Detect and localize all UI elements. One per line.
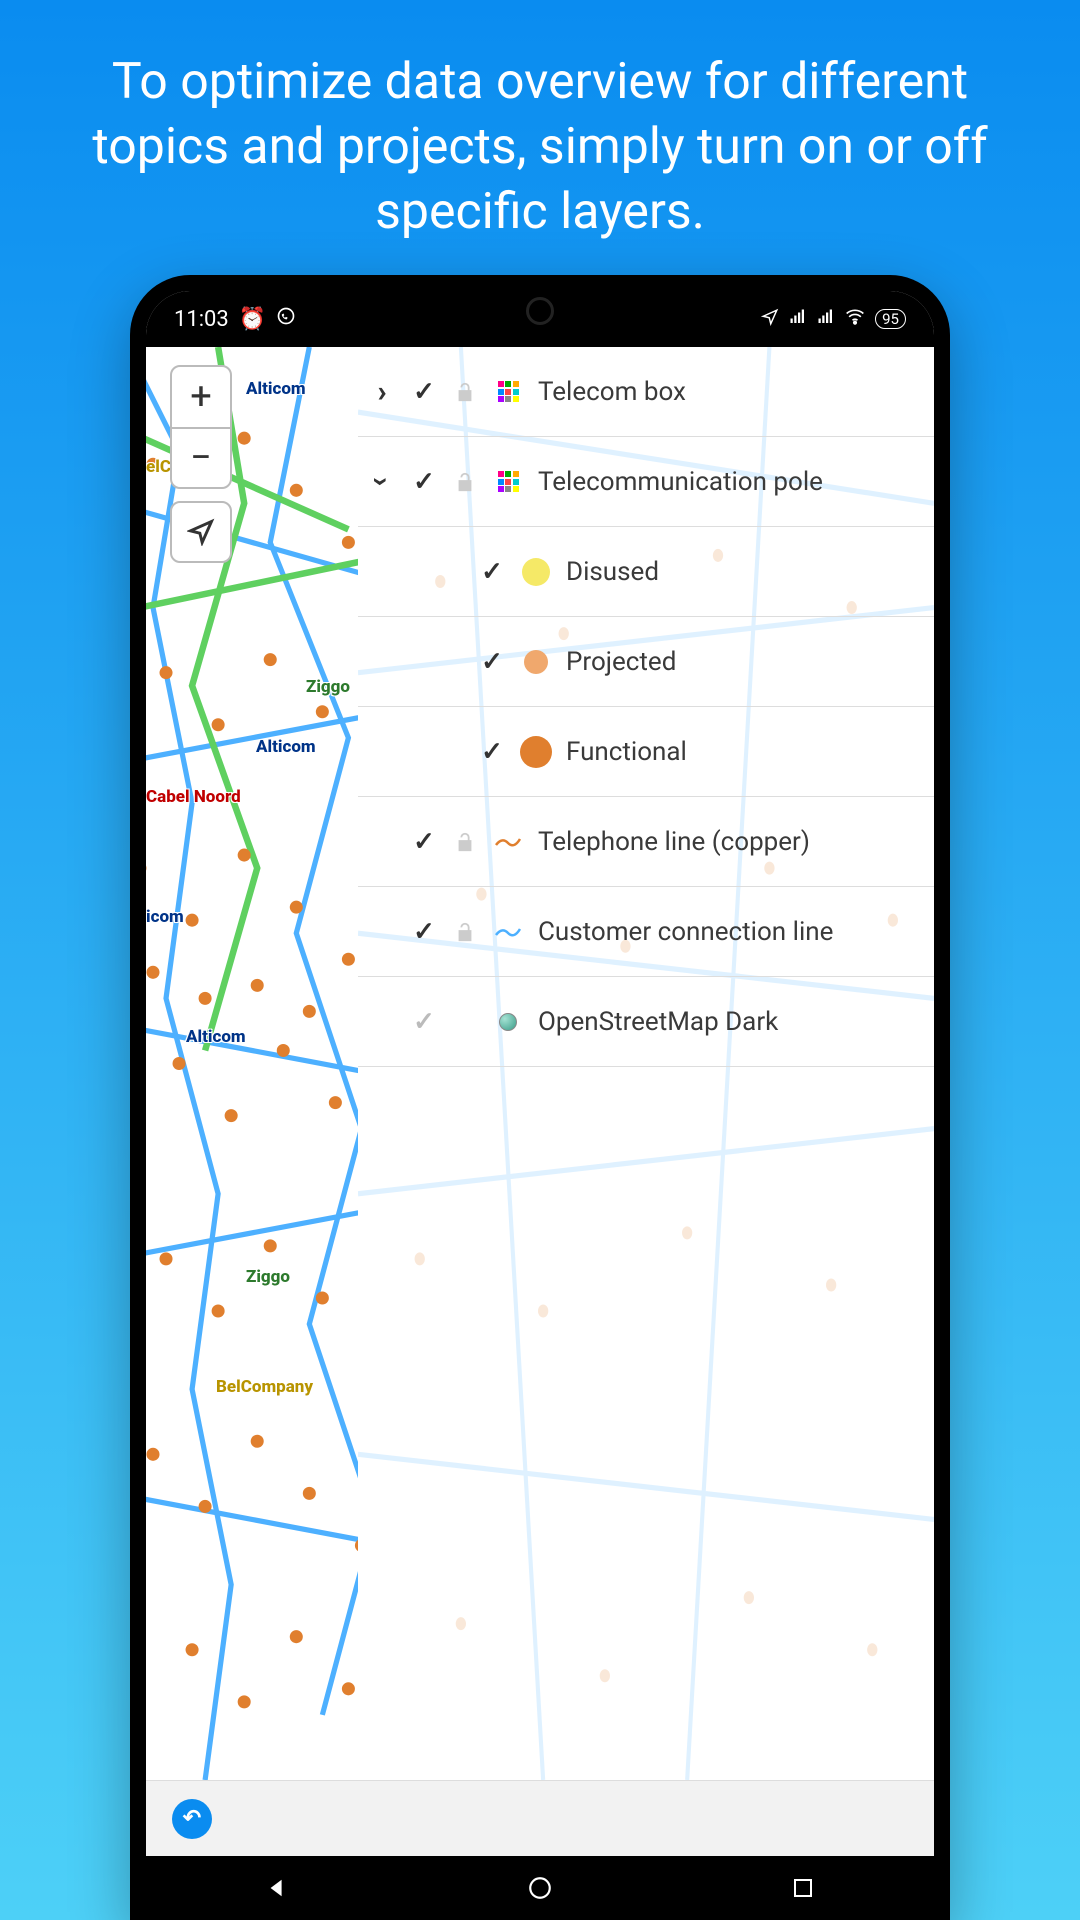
- layer-row-tel-line[interactable]: ›✓Telephone line (copper): [358, 797, 934, 887]
- layer-check-icon[interactable]: ✓: [410, 917, 438, 947]
- map-place-label: icom: [146, 907, 184, 927]
- location-icon: [761, 307, 779, 332]
- signal-icon: [817, 307, 835, 332]
- undo-button[interactable]: ↶: [172, 1799, 212, 1839]
- camera-punch-icon: [526, 297, 554, 325]
- map-place-label: Ziggo: [306, 677, 350, 697]
- layer-label: Customer connection line: [538, 917, 918, 947]
- map-place-label: BelCompany: [216, 1377, 313, 1397]
- layer-label: Disused: [566, 557, 918, 587]
- map-area[interactable]: AlticomelCompanyZiggoAlticomCabel Noordi…: [146, 347, 358, 1780]
- bottom-toolbar: ↶: [146, 1780, 934, 1856]
- legend-dot-icon: [492, 1013, 524, 1031]
- map-place-label: Alticom: [256, 737, 316, 757]
- signal-icon: [789, 307, 807, 332]
- chevron-right-icon[interactable]: ›: [368, 374, 396, 409]
- layer-label: OpenStreetMap Dark: [538, 1007, 918, 1037]
- legend-line-icon: [492, 835, 524, 849]
- layer-label: Telecom box: [538, 377, 918, 407]
- locate-me-button[interactable]: [170, 501, 232, 563]
- nav-recent-icon[interactable]: [785, 1874, 821, 1902]
- chevron-down-icon[interactable]: ›: [365, 468, 400, 496]
- nav-back-icon[interactable]: [259, 1874, 295, 1902]
- app-body: AlticomelCompanyZiggoAlticomCabel Noordi…: [146, 347, 934, 1780]
- legend-dot-icon: [520, 736, 552, 768]
- layer-check-icon[interactable]: ✓: [410, 1007, 438, 1037]
- layer-row-projected[interactable]: ✓ Projected: [358, 617, 934, 707]
- zoom-control: + −: [170, 365, 232, 489]
- layer-check-icon[interactable]: ✓: [410, 467, 438, 497]
- unlock-icon[interactable]: [452, 920, 478, 944]
- color-grid-icon: [492, 471, 524, 492]
- legend-dot-icon: [520, 650, 552, 674]
- layer-row-functional[interactable]: ✓ Functional: [358, 707, 934, 797]
- whatsapp-icon: [276, 306, 296, 332]
- layer-label: Telecommunication pole: [538, 467, 918, 497]
- unlock-icon[interactable]: [452, 830, 478, 854]
- legend-dot-icon: [520, 558, 552, 586]
- map-place-label: Alticom: [246, 379, 306, 399]
- layers-panel[interactable]: › ✓ Telecom box › ✓ Telecommunication pole ✓ Di…: [358, 347, 934, 1780]
- layer-row-telecom-box[interactable]: › ✓ Telecom box: [358, 347, 934, 437]
- color-grid-icon: [492, 381, 524, 402]
- wifi-icon: [845, 306, 865, 332]
- unlock-icon[interactable]: [452, 380, 478, 404]
- android-nav-bar: [146, 1856, 934, 1920]
- phone-screen: 11:03 ⏰ 95: [146, 291, 934, 1920]
- layer-row-osm-dark[interactable]: ›✓OpenStreetMap Dark: [358, 977, 934, 1067]
- layer-row-disused[interactable]: ✓ Disused: [358, 527, 934, 617]
- battery-icon: 95: [875, 309, 906, 329]
- layer-row-telecom-pole[interactable]: › ✓ Telecommunication pole: [358, 437, 934, 527]
- legend-line-icon: [492, 925, 524, 939]
- map-place-label: Cabel Noord: [146, 787, 241, 807]
- nav-home-icon[interactable]: [522, 1874, 558, 1902]
- layer-label: Telephone line (copper): [538, 827, 918, 857]
- map-place-label: Alticom: [186, 1027, 246, 1047]
- layer-row-cust-conn[interactable]: ›✓Customer connection line: [358, 887, 934, 977]
- zoom-out-button[interactable]: −: [172, 427, 230, 487]
- status-time: 11:03: [174, 307, 229, 332]
- zoom-in-button[interactable]: +: [172, 367, 230, 427]
- layer-label: Functional: [566, 737, 918, 767]
- layer-check-icon[interactable]: ✓: [410, 827, 438, 857]
- layer-check-icon[interactable]: ✓: [410, 377, 438, 407]
- layer-check-icon[interactable]: ✓: [478, 737, 506, 767]
- layer-label: Projected: [566, 647, 918, 677]
- layer-check-icon[interactable]: ✓: [478, 647, 506, 677]
- promo-heading: To optimize data overview for different …: [60, 50, 1020, 245]
- layer-check-icon[interactable]: ✓: [478, 557, 506, 587]
- map-place-label: Ziggo: [246, 1267, 290, 1287]
- phone-frame: 11:03 ⏰ 95: [130, 275, 950, 1920]
- alarm-icon: ⏰: [239, 307, 266, 332]
- unlock-icon[interactable]: [452, 470, 478, 494]
